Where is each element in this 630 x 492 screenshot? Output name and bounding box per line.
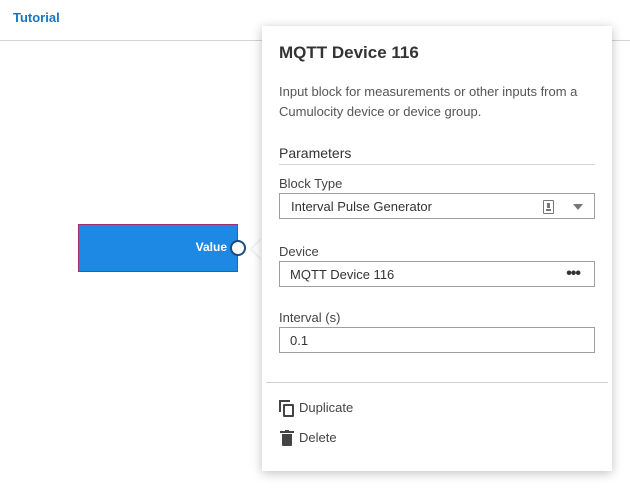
chevron-down-icon[interactable] [573, 204, 583, 210]
chip-icon [543, 200, 554, 214]
section-divider [279, 164, 595, 165]
copy-icon [279, 400, 295, 417]
block-output-label: Value [195, 240, 227, 254]
panel-title: MQTT Device 116 [279, 43, 419, 62]
tab-tutorial[interactable]: Tutorial [13, 10, 60, 25]
block-properties-panel: MQTT Device 116 Input block for measurem… [262, 26, 612, 471]
device-label: Device [279, 244, 319, 259]
panel-description: Input block for measurements or other in… [279, 84, 578, 119]
input-block[interactable]: Value [78, 224, 238, 272]
interval-value: 0.1 [290, 333, 309, 348]
delete-label: Delete [299, 430, 337, 445]
more-options-icon[interactable]: ••• [566, 265, 581, 283]
device-value: MQTT Device 116 [290, 267, 395, 282]
interval-input[interactable]: 0.1 [279, 327, 595, 353]
interval-label: Interval (s) [279, 310, 341, 325]
trash-icon [280, 430, 294, 446]
block-type-value: Interval Pulse Generator [291, 199, 432, 214]
block-output-port[interactable] [230, 240, 246, 256]
block-type-select[interactable]: Interval Pulse Generator [279, 193, 595, 219]
parameters-heading: Parameters [279, 145, 352, 161]
block-type-label: Block Type [279, 176, 343, 191]
device-field[interactable]: MQTT Device 116 ••• [279, 261, 595, 287]
duplicate-label: Duplicate [299, 400, 354, 415]
footer-divider [266, 382, 608, 383]
